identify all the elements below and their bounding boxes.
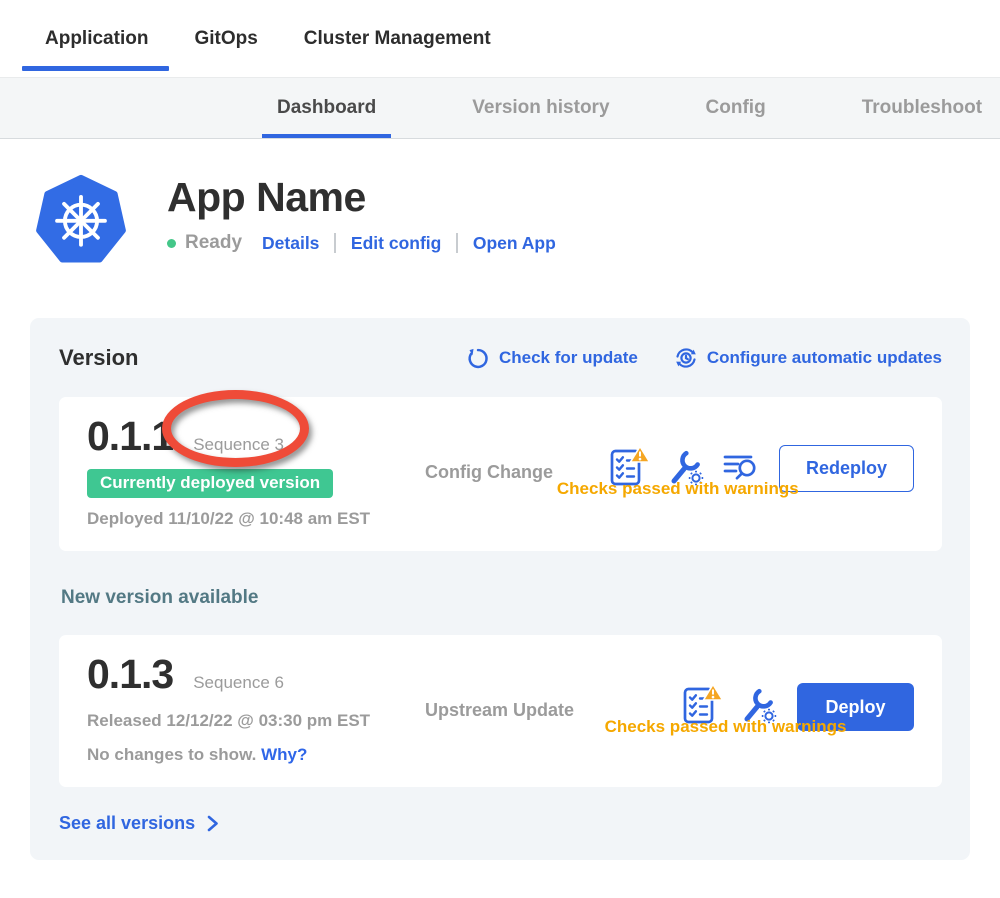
redeploy-button[interactable]: Redeploy — [779, 445, 914, 492]
current-version-source: Config Change — [425, 415, 567, 483]
check-for-update-link[interactable]: Check for update — [467, 346, 638, 370]
no-changes-text: No changes to show. — [87, 745, 256, 764]
tab-troubleshoot[interactable]: Troubleshoot — [847, 78, 997, 138]
divider — [456, 233, 458, 253]
currently-deployed-badge: Currently deployed version — [87, 469, 333, 498]
configure-automatic-updates-label: Configure automatic updates — [707, 348, 942, 368]
new-checks-status: Checks passed with warnings — [605, 717, 847, 737]
edit-config-link[interactable]: Edit config — [351, 233, 441, 254]
current-checks-status: Checks passed with warnings — [557, 479, 799, 499]
configure-automatic-updates-link[interactable]: Configure automatic updates — [674, 346, 942, 370]
current-version-sequence: Sequence 3 — [193, 435, 284, 455]
scheduled-update-icon — [674, 346, 698, 370]
new-version-heading: New version available — [61, 587, 942, 609]
new-version-sequence: Sequence 6 — [193, 673, 284, 693]
tab-dashboard[interactable]: Dashboard — [262, 78, 391, 138]
tab-application[interactable]: Application — [45, 27, 148, 50]
deployed-timestamp: Deployed 11/10/22 @ 10:48 am EST — [87, 509, 425, 529]
refresh-icon — [467, 347, 490, 370]
current-version-row: 0.1.1 Sequence 3 Currently deployed vers… — [59, 397, 942, 551]
tab-version-history[interactable]: Version history — [457, 78, 624, 138]
page-title: App Name — [167, 174, 556, 220]
divider — [334, 233, 336, 253]
current-version-number: 0.1.1 — [87, 415, 173, 457]
new-version-number: 0.1.3 — [87, 653, 173, 695]
version-card: Version Check for update — [30, 318, 970, 860]
chevron-right-icon — [205, 814, 220, 833]
version-card-title: Version — [59, 345, 467, 371]
see-all-versions-link[interactable]: See all versions — [59, 813, 220, 834]
sub-nav: Dashboard Version history Config Trouble… — [0, 77, 1000, 139]
app-header: App Name Ready Details Edit config Open … — [0, 139, 1000, 266]
new-version-row: 0.1.3 Sequence 6 Released 12/12/22 @ 03:… — [59, 635, 942, 787]
top-nav: Application GitOps Cluster Management — [0, 0, 1000, 77]
see-all-versions-label: See all versions — [59, 813, 195, 834]
tab-cluster-management[interactable]: Cluster Management — [304, 27, 491, 50]
why-link[interactable]: Why? — [261, 745, 307, 764]
kubernetes-logo-icon — [35, 172, 127, 266]
released-timestamp: Released 12/12/22 @ 03:30 pm EST — [87, 711, 425, 731]
tab-config[interactable]: Config — [691, 78, 781, 138]
status-dot — [167, 239, 176, 248]
check-for-update-label: Check for update — [499, 348, 638, 368]
status-badge: Ready — [185, 232, 242, 254]
open-app-link[interactable]: Open App — [473, 233, 556, 254]
details-link[interactable]: Details — [262, 233, 319, 254]
tab-gitops[interactable]: GitOps — [194, 27, 257, 50]
new-version-source: Upstream Update — [425, 653, 567, 721]
